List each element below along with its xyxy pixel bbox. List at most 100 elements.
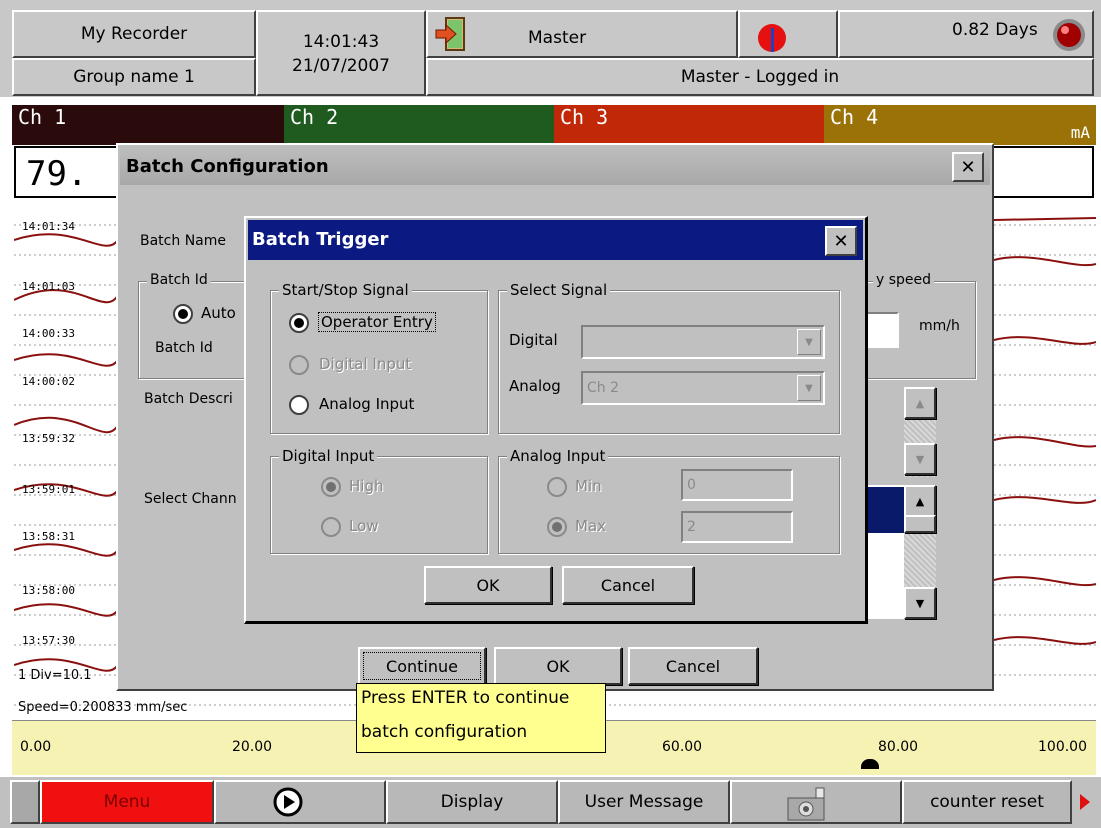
max-label: Max [575, 517, 607, 535]
channel-label: Ch 1 [18, 105, 67, 129]
cancel-button[interactable]: Cancel [628, 647, 758, 685]
login-status[interactable]: Master - Logged in [426, 58, 1094, 96]
analog-signal-label: Analog [509, 377, 561, 395]
value-text: 79. [26, 154, 88, 194]
channel-tab-2[interactable]: Ch 2 [284, 105, 554, 145]
scroll-down-icon[interactable]: ▼ [904, 443, 936, 475]
recording-status-icon [754, 18, 790, 62]
high-label: High [349, 477, 384, 495]
ok-button[interactable]: OK [494, 647, 622, 685]
scale-marker [861, 759, 879, 769]
scroll-up-icon[interactable]: ▲ [904, 485, 936, 517]
batch-trigger-dialog: Batch Trigger ✕ Start/Stop Signal Operat… [244, 216, 868, 624]
channel-list-scrollbar[interactable]: ▲ ▼ [904, 485, 936, 619]
continue-button[interactable]: Continue [358, 647, 486, 685]
channel-tab-3[interactable]: Ch 3 [554, 105, 824, 145]
auto-radio[interactable] [173, 304, 193, 324]
select-channel-label: Select Chann [144, 491, 237, 507]
channel-label: Ch 4 [830, 105, 879, 129]
play-button[interactable] [214, 780, 386, 824]
group-legend: Start/Stop Signal [279, 281, 412, 299]
operator-entry-radio[interactable] [289, 313, 309, 333]
dialog-title: Batch Trigger [252, 229, 389, 250]
counter-reset-button[interactable]: counter reset [902, 780, 1072, 824]
time-label: 13:58:00 [22, 584, 75, 597]
digital-signal-select[interactable]: ▼ [581, 325, 825, 359]
description-scrollbar[interactable]: ▲ ▼ [904, 387, 936, 477]
scale-tick: 20.00 [232, 739, 273, 755]
min-input[interactable]: 0 [681, 469, 793, 501]
time-label: 13:58:31 [22, 530, 75, 543]
analog-input-group: Analog Input Min 0 Max 2 [498, 447, 840, 554]
group-legend: Analog Input [507, 447, 609, 465]
camera-button[interactable] [730, 780, 902, 824]
time-label: 13:59:32 [22, 432, 75, 445]
dialog-titlebar: Batch Trigger ✕ [248, 220, 863, 260]
close-icon[interactable]: ✕ [952, 152, 984, 182]
scroll-up-icon[interactable]: ▲ [904, 387, 936, 419]
operator-entry-label: Operator Entry [318, 312, 436, 332]
max-value: 2 [687, 519, 696, 535]
select-signal-group: Select Signal Digital ▼ Analog Ch 2 ▼ [498, 281, 840, 434]
scale-tick: 0.00 [20, 739, 52, 755]
batch-id-group: Batch Id Auto Batch Id [138, 272, 260, 379]
chevron-down-icon[interactable]: ▼ [797, 375, 821, 401]
memory-panel[interactable]: 0.82 Days [838, 10, 1094, 58]
channel-tab-1[interactable]: Ch 1 [12, 105, 284, 145]
channel-label: Ch 2 [290, 105, 339, 129]
time-label: 14:00:02 [22, 375, 75, 388]
scroll-thumb[interactable] [904, 515, 936, 533]
time-label: 13:57:30 [22, 634, 75, 647]
logout-door-icon[interactable] [434, 16, 468, 52]
group-legend: Select Signal [507, 281, 611, 299]
datetime-panel[interactable]: 14:01:43 21/07/2007 [256, 10, 426, 96]
dialog-title: Batch Configuration [126, 156, 329, 177]
max-radio[interactable] [547, 517, 567, 537]
taskbar-next-arrow-icon[interactable] [1076, 790, 1094, 814]
dialog-titlebar: Batch Configuration ✕ [120, 147, 990, 185]
analog-input-radio[interactable] [289, 395, 309, 415]
speed-label: Speed=0.200833 mm/sec [18, 700, 188, 715]
user-panel[interactable]: Master [426, 10, 738, 58]
alarm-light-icon [1050, 16, 1088, 58]
auto-label: Auto [201, 304, 236, 322]
group-legend: y speed [873, 272, 935, 288]
trigger-cancel-button[interactable]: Cancel [562, 566, 694, 604]
scroll-down-icon[interactable]: ▼ [904, 587, 936, 619]
recorder-name[interactable]: My Recorder [12, 10, 256, 58]
close-icon[interactable]: ✕ [825, 226, 857, 256]
max-input[interactable]: 2 [681, 511, 793, 543]
chart-speed-group: y speed mm/h [858, 272, 976, 379]
tooltip-line: Press ENTER to continue [361, 688, 570, 708]
trigger-ok-button[interactable]: OK [424, 566, 552, 604]
min-radio[interactable] [547, 477, 567, 497]
high-radio[interactable] [321, 477, 341, 497]
display-button[interactable]: Display [386, 780, 558, 824]
digital-input-radio[interactable] [289, 355, 309, 375]
batch-id-label: Batch Id [155, 340, 213, 356]
days-remaining: 0.82 Days [952, 20, 1038, 40]
channel-unit: mA [1070, 123, 1090, 142]
status-indicator-panel[interactable] [738, 10, 838, 58]
speed-unit: mm/h [919, 318, 960, 334]
low-label: Low [349, 517, 379, 535]
user-message-button[interactable]: User Message [558, 780, 730, 824]
menu-button[interactable]: Menu [40, 780, 214, 824]
speed-input[interactable] [865, 312, 899, 348]
digital-input-group: Digital Input High Low [270, 447, 488, 554]
group-name[interactable]: Group name 1 [12, 58, 256, 96]
scale-tick: 60.00 [662, 739, 703, 755]
scale-tick: 80.00 [878, 739, 919, 755]
low-radio[interactable] [321, 517, 341, 537]
chevron-down-icon[interactable]: ▼ [797, 329, 821, 355]
analog-input-label: Analog Input [319, 395, 415, 413]
digital-signal-label: Digital [509, 331, 558, 349]
analog-signal-select[interactable]: Ch 2 ▼ [581, 371, 825, 405]
batch-description-label: Batch Descri [144, 391, 233, 407]
camera-icon [784, 784, 830, 826]
channel-tab-4[interactable]: Ch 4 mA [824, 105, 1096, 145]
batch-name-label: Batch Name [140, 233, 226, 249]
play-icon [272, 786, 304, 822]
tooltip-line: batch configuration [361, 722, 528, 742]
time-label: 14:00:33 [22, 327, 75, 340]
